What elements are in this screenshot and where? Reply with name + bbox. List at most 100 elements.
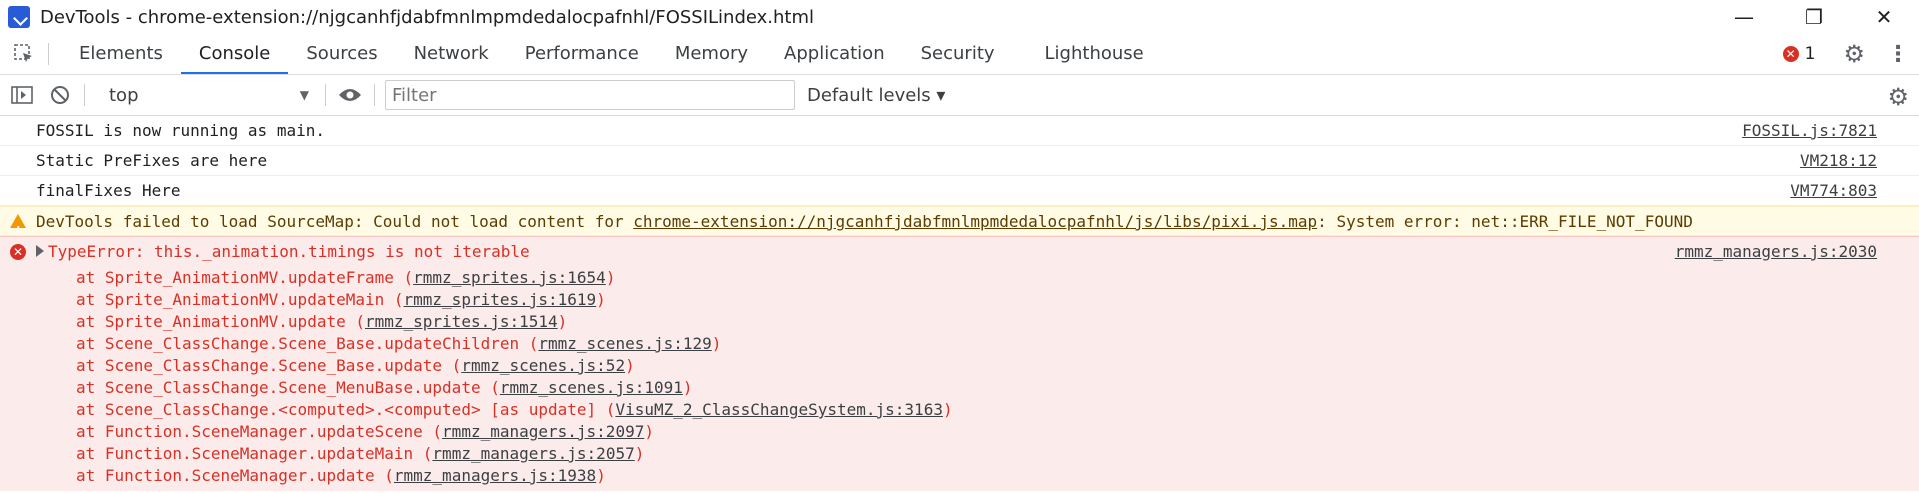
stack-frame-link[interactable]: rmmz_sprites.js:1514	[365, 312, 558, 331]
window-titlebar: DevTools - chrome-extension://njgcanhfjd…	[0, 0, 1919, 34]
stack-frame-link[interactable]: rmmz_scenes.js:129	[538, 334, 711, 353]
stack-frame-link[interactable]: rmmz_sprites.js:1619	[404, 290, 597, 309]
console-messages: FOSSIL is now running as main. FOSSIL.js…	[0, 116, 1919, 493]
restore-button[interactable]: ❐	[1779, 0, 1849, 34]
stack-frame-end: )	[557, 312, 568, 331]
stack-trace: at Sprite_AnimationMV.updateFrame (rmmz_…	[0, 267, 1919, 487]
inspect-element-icon[interactable]	[12, 42, 36, 66]
console-settings-gear-icon[interactable]: ⚙	[1887, 83, 1909, 111]
stack-frame: at Scene_ClassChange.Scene_Base.update (…	[0, 355, 1919, 377]
stack-frame-link[interactable]: rmmz_managers.js:1938	[394, 466, 596, 485]
log-row: finalFixes Here VM774:803	[0, 176, 1919, 206]
stack-frame: at Scene_ClassChange.Scene_MenuBase.upda…	[0, 377, 1919, 399]
tab-network[interactable]: Network	[396, 34, 507, 74]
stack-frame-end: )	[711, 334, 722, 353]
stack-frame-link[interactable]: rmmz_managers.js:2057	[432, 444, 634, 463]
stack-frame: at Sprite_AnimationMV.update (rmmz_sprit…	[0, 311, 1919, 333]
divider	[374, 84, 375, 106]
close-icon: ✕	[1875, 5, 1893, 29]
stack-frame-text: at Scene_ClassChange.Scene_MenuBase.upda…	[76, 378, 500, 397]
devtools-tabbar: Elements Console Sources Network Perform…	[0, 34, 1919, 75]
stack-frame-text: at Sprite_AnimationMV.updateMain (	[76, 290, 404, 309]
window-title: DevTools - chrome-extension://njgcanhfjd…	[40, 6, 815, 28]
error-count-badge[interactable]: ✕ 1	[1782, 44, 1816, 64]
stack-frame-text: at Scene_ClassChange.Scene_Base.updateCh…	[76, 334, 539, 353]
log-message: Static PreFixes are here	[36, 151, 268, 170]
error-source-link[interactable]: rmmz_managers.js:2030	[1675, 237, 1877, 267]
tab-memory[interactable]: Memory	[657, 34, 766, 74]
devtools-app-icon	[8, 6, 30, 28]
stack-frame-end: )	[682, 378, 693, 397]
error-header[interactable]: TypeError: this._animation.timings is no…	[0, 237, 1919, 267]
stack-frame-end: )	[605, 268, 616, 287]
stack-frame: at Function.SceneManager.update (rmmz_ma…	[0, 465, 1919, 487]
chevron-down-icon: ▼	[299, 88, 309, 102]
log-row: FOSSIL is now running as main. FOSSIL.js…	[0, 116, 1919, 146]
stack-frame-link[interactable]: rmmz_scenes.js:1091	[500, 378, 683, 397]
stack-frame-text: at Function.SceneManager.updateScene (	[76, 422, 443, 441]
tab-performance[interactable]: Performance	[507, 34, 657, 74]
tab-sources[interactable]: Sources	[288, 34, 395, 74]
minimize-icon: —	[1734, 5, 1754, 29]
log-row: Static PreFixes are here VM218:12	[0, 146, 1919, 176]
stack-frame-text: at Function.SceneManager.updateMain (	[76, 444, 433, 463]
stack-frame-end: )	[942, 400, 953, 419]
tab-lighthouse[interactable]: Lighthouse	[1027, 34, 1162, 74]
warning-prefix: DevTools failed to load SourceMap: Could…	[36, 212, 634, 231]
error-count: 1	[1804, 44, 1816, 64]
warning-suffix: : System error: net::ERR_FILE_NOT_FOUND	[1317, 212, 1693, 231]
log-source-link[interactable]: VM774:803	[1790, 176, 1877, 206]
stack-frame-end: )	[625, 356, 635, 375]
log-message: finalFixes Here	[36, 181, 181, 200]
close-button[interactable]: ✕	[1849, 0, 1919, 34]
stack-frame-text: at Sprite_AnimationMV.updateFrame (	[76, 268, 414, 287]
clear-console-icon[interactable]	[48, 83, 72, 107]
stack-frame-link[interactable]: rmmz_scenes.js:52	[461, 356, 625, 375]
warning-link[interactable]: chrome-extension://njgcanhfjdabfmnlmpmde…	[633, 212, 1317, 231]
log-source-link[interactable]: FOSSIL.js:7821	[1742, 116, 1877, 146]
tab-elements[interactable]: Elements	[61, 34, 181, 74]
tab-application[interactable]: Application	[766, 34, 903, 74]
log-source-link[interactable]: VM218:12	[1800, 146, 1877, 176]
stack-frame-end: )	[596, 466, 606, 485]
log-message: FOSSIL is now running as main.	[36, 121, 325, 140]
stack-frame-link[interactable]: VisuMZ_2_ClassChangeSystem.js:3163	[615, 400, 943, 419]
stack-frame-text: at Scene_ClassChange.<computed>.<compute…	[76, 400, 616, 419]
console-toolbar: top ▼ Default levels ▾ ⚙	[0, 75, 1919, 116]
live-expression-eye-icon[interactable]	[338, 83, 362, 107]
stack-frame-text: at Sprite_AnimationMV.update (	[76, 312, 365, 331]
error-message: TypeError: this._animation.timings is no…	[48, 242, 530, 261]
stack-frame-end: )	[644, 422, 654, 441]
stack-frame-end: )	[596, 290, 606, 309]
stack-frame: at Sprite_AnimationMV.updateFrame (rmmz_…	[0, 267, 1919, 289]
stack-frame: at Function.SceneManager.updateScene (rm…	[0, 421, 1919, 443]
window-controls: — ❐ ✕	[1709, 0, 1919, 34]
context-select[interactable]: top ▼	[105, 81, 313, 109]
minimize-button[interactable]: —	[1709, 0, 1779, 34]
stack-frame-link[interactable]: rmmz_sprites.js:1654	[413, 268, 606, 287]
settings-gear-icon[interactable]: ⚙	[1843, 40, 1865, 68]
stack-frame: at Scene_ClassChange.<computed>.<compute…	[0, 399, 1919, 421]
stack-frame-text: at Function.SceneManager.update (	[76, 466, 394, 485]
stack-frame: at Function.SceneManager.updateMain (rmm…	[0, 443, 1919, 465]
stack-frame-end: )	[634, 444, 645, 463]
tab-security[interactable]: Security	[903, 34, 1013, 74]
context-select-value: top	[109, 84, 139, 106]
warning-icon	[10, 214, 26, 246]
error-icon: ✕	[1782, 46, 1799, 62]
restore-icon: ❐	[1805, 5, 1823, 29]
divider	[84, 84, 85, 106]
expand-triangle-icon[interactable]	[36, 245, 44, 257]
stack-frame-text: at Scene_ClassChange.Scene_Base.update (	[76, 356, 462, 375]
warning-row: DevTools failed to load SourceMap: Could…	[0, 206, 1919, 246]
stack-frame: at Sprite_AnimationMV.updateMain (rmmz_s…	[0, 289, 1919, 311]
show-sidebar-icon[interactable]	[10, 83, 34, 107]
tabbar-right: ✕ 1 ⚙ ⋮	[1782, 34, 1919, 74]
filter-input[interactable]	[385, 80, 795, 110]
more-options-icon[interactable]: ⋮	[1887, 42, 1909, 67]
stack-frame-link[interactable]: rmmz_managers.js:2097	[442, 422, 644, 441]
stack-frame: at Scene_ClassChange.Scene_Base.updateCh…	[0, 333, 1919, 355]
divider	[48, 43, 49, 65]
default-levels-dropdown[interactable]: Default levels ▾	[807, 85, 945, 106]
tab-console[interactable]: Console	[180, 34, 289, 74]
